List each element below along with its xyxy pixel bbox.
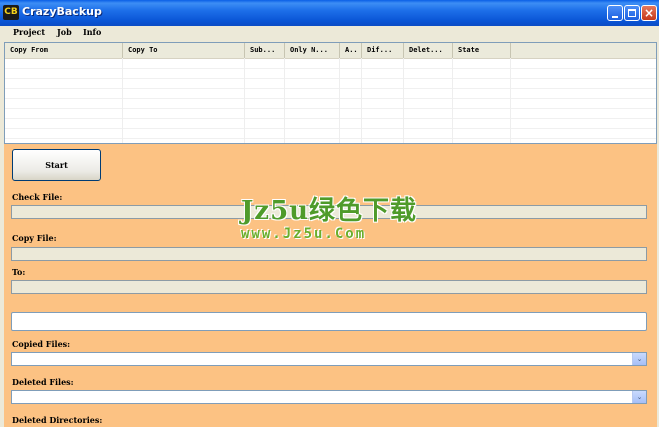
start-button[interactable]: Start xyxy=(12,149,101,181)
column-state[interactable]: State xyxy=(453,43,511,58)
grid-line xyxy=(5,88,656,89)
check-file-label: Check File: xyxy=(12,192,63,202)
deleted-files-combo[interactable]: ⌄ xyxy=(11,390,647,404)
grid-line xyxy=(5,118,656,119)
grid-line xyxy=(5,78,656,79)
progress-field[interactable] xyxy=(11,312,647,331)
menu-project[interactable]: Project xyxy=(13,27,45,37)
title-bar[interactable]: CB CrazyBackup × xyxy=(0,0,659,26)
copied-files-combo[interactable]: ⌄ xyxy=(11,352,647,366)
maximize-button[interactable] xyxy=(624,5,640,21)
copied-files-label: Copied Files: xyxy=(12,339,71,349)
column-a[interactable]: A.. xyxy=(340,43,362,58)
grid-line xyxy=(122,58,123,143)
window-title: CrazyBackup xyxy=(22,5,102,18)
grid-line xyxy=(403,58,404,143)
close-button[interactable]: × xyxy=(641,5,657,21)
column-copy-to[interactable]: Copy To xyxy=(123,43,245,58)
grid-line xyxy=(284,58,285,143)
chevron-down-icon[interactable]: ⌄ xyxy=(632,353,646,365)
grid-line xyxy=(5,128,656,129)
menu-bar: Project Job Info xyxy=(0,26,659,42)
grid-line xyxy=(5,108,656,109)
to-label: To: xyxy=(12,267,26,277)
deleted-directories-label: Deleted Directories: xyxy=(12,415,103,425)
minimize-icon xyxy=(612,16,618,18)
column-only-newer[interactable]: Only N... xyxy=(285,43,340,58)
copy-file-field xyxy=(11,247,647,261)
menu-job[interactable]: Job xyxy=(57,27,72,37)
grid-line xyxy=(5,98,656,99)
column-diff[interactable]: Dif... xyxy=(362,43,404,58)
menu-info[interactable]: Info xyxy=(83,27,101,37)
chevron-down-icon[interactable]: ⌄ xyxy=(632,391,646,403)
grid-line xyxy=(244,58,245,143)
maximize-icon xyxy=(628,9,636,17)
watermark-url: www.Jz5u.Com xyxy=(241,226,367,242)
to-field xyxy=(11,280,647,294)
column-copy-from[interactable]: Copy From xyxy=(5,43,123,58)
app-logo-icon: CB xyxy=(3,5,19,20)
grid-line xyxy=(452,58,453,143)
grid-line xyxy=(5,68,656,69)
deleted-files-label: Deleted Files: xyxy=(12,377,74,387)
jobs-list[interactable]: Copy From Copy To Sub... Only N... A.. D… xyxy=(4,42,657,144)
column-delete[interactable]: Delet... xyxy=(404,43,453,58)
app-window: CB CrazyBackup × Project Job Info Copy F… xyxy=(0,0,659,427)
grid-line xyxy=(361,58,362,143)
watermark-brand: Jz5u绿色下载 xyxy=(241,196,418,226)
grid-line xyxy=(5,138,656,139)
close-icon: × xyxy=(643,6,655,20)
column-subdirs[interactable]: Sub... xyxy=(245,43,285,58)
grid-line xyxy=(510,58,511,143)
list-header: Copy From Copy To Sub... Only N... A.. D… xyxy=(5,43,656,59)
grid-line xyxy=(339,58,340,143)
backup-panel: Start Check File: Copy File: To: Copied … xyxy=(4,144,657,427)
minimize-button[interactable] xyxy=(607,5,623,21)
copy-file-label: Copy File: xyxy=(12,233,57,243)
